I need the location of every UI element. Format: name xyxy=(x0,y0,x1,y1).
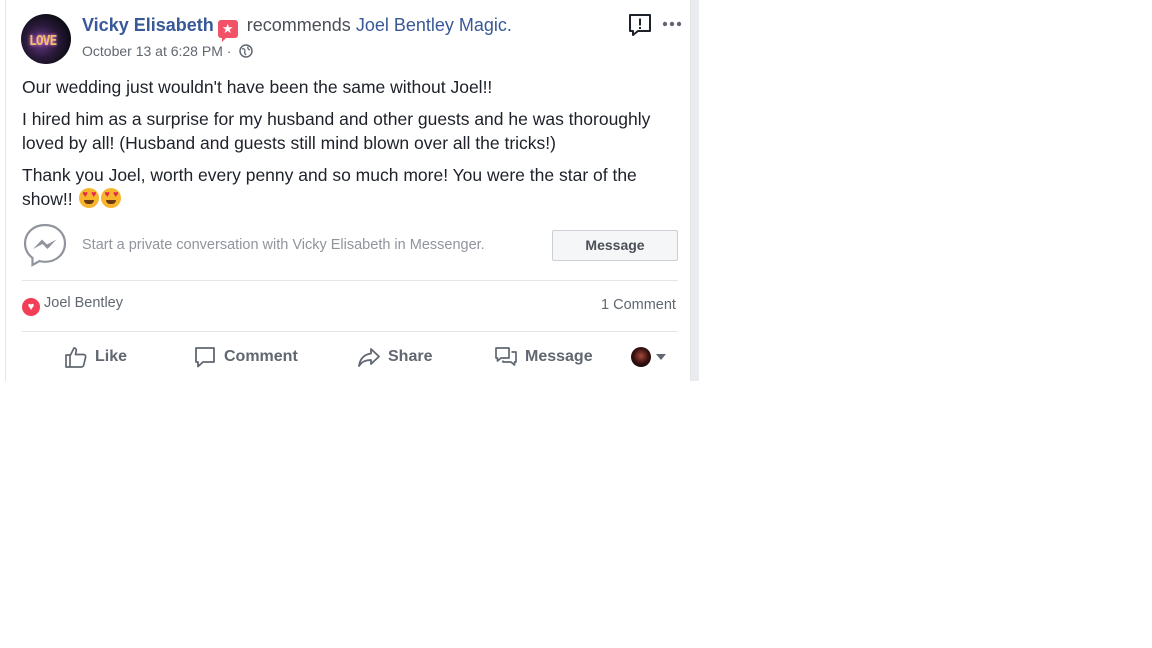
post-paragraph: I hired him as a surprise for my husband… xyxy=(22,109,651,153)
author-avatar[interactable]: LOVE xyxy=(21,14,71,64)
messenger-promo-text: Start a private conversation with Vicky … xyxy=(82,237,485,253)
message-action-button[interactable]: Message xyxy=(494,344,593,370)
chat-bubbles-icon xyxy=(495,347,517,366)
thumbs-up-icon xyxy=(65,347,87,368)
feed-gutter xyxy=(691,0,699,381)
like-button[interactable]: Like xyxy=(64,344,127,370)
post-header: Vicky Elisabeth ★ recommends Joel Bentley… xyxy=(82,15,512,42)
recommends-label: recommends xyxy=(246,15,351,35)
post-paragraph: Thank you Joel, worth every penny and so… xyxy=(22,163,672,211)
love-reaction-icon: ♥ xyxy=(22,298,40,316)
message-button[interactable]: Message xyxy=(552,230,678,261)
viewer-avatar xyxy=(631,347,651,367)
reactor-name: Joel Bentley xyxy=(44,295,123,311)
divider xyxy=(22,280,678,281)
avatar-lights-text: LOVE xyxy=(29,34,57,49)
recommendation-post: LOVE Vicky Elisabeth ★ recommends Joel Be… xyxy=(5,0,691,381)
author-name[interactable]: Vicky Elisabeth xyxy=(82,15,214,35)
date-separator: · xyxy=(226,43,232,59)
page-name-link[interactable]: Joel Bentley Magic. xyxy=(356,15,512,35)
messenger-promo: Start a private conversation with Vicky … xyxy=(22,222,678,270)
messenger-icon xyxy=(23,223,67,267)
chevron-down-icon xyxy=(656,354,666,360)
reaction-summary[interactable]: ♥ Joel Bentley xyxy=(22,295,123,316)
post-paragraph: Our wedding just wouldn't have been the … xyxy=(22,77,493,97)
heart-eyes-emoji xyxy=(101,188,122,208)
like-label: Like xyxy=(95,348,128,365)
post-body: Our wedding just wouldn't have been the … xyxy=(22,75,672,219)
divider xyxy=(22,331,678,332)
post-date[interactable]: October 13 at 6:28 PM xyxy=(82,43,223,59)
post-as-selector[interactable] xyxy=(631,347,666,367)
comment-count[interactable]: 1 Comment xyxy=(601,297,676,313)
message-action-label: Message xyxy=(525,348,593,365)
comment-icon xyxy=(195,347,215,368)
more-icon[interactable] xyxy=(661,13,683,35)
post-meta: October 13 at 6:28 PM · xyxy=(82,43,254,59)
star-badge-icon: ★ xyxy=(217,20,238,42)
comment-label: Comment xyxy=(224,348,298,365)
share-icon xyxy=(358,348,380,367)
share-button[interactable]: Share xyxy=(357,344,432,370)
globe-icon[interactable] xyxy=(239,44,254,58)
comment-button[interactable]: Comment xyxy=(193,344,298,370)
heart-eyes-emoji xyxy=(79,188,100,208)
share-label: Share xyxy=(388,348,433,365)
report-icon[interactable] xyxy=(628,13,652,37)
